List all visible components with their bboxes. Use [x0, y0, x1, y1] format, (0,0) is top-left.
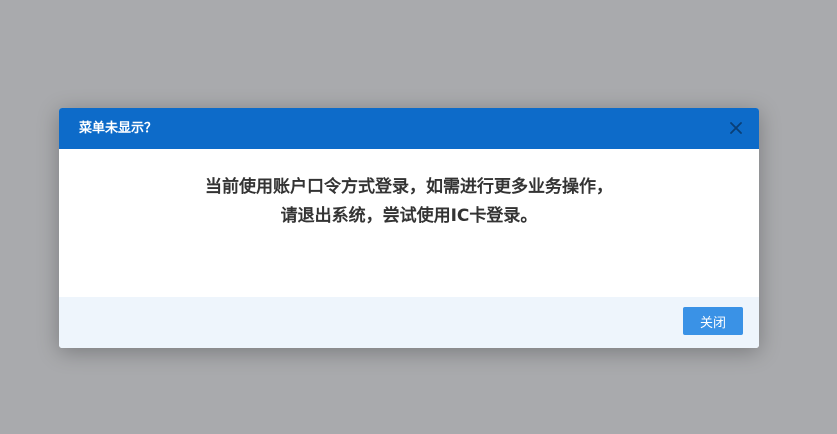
close-icon[interactable] — [729, 121, 743, 135]
dialog-title: 菜单未显示？ — [79, 121, 158, 136]
dialog-body: 当前使用账户口令方式登录，如需进行更多业务操作，请退出系统，尝试使用IC卡登录。 — [59, 149, 759, 297]
dialog-message: 当前使用账户口令方式登录，如需进行更多业务操作，请退出系统，尝试使用IC卡登录。 — [205, 177, 613, 226]
info-dialog: 菜单未显示？ 当前使用账户口令方式登录，如需进行更多业务操作，请退出系统，尝试使… — [59, 108, 759, 348]
dialog-header: 菜单未显示？ — [59, 108, 759, 149]
close-button[interactable]: 关闭 — [683, 307, 743, 335]
dialog-footer: 关闭 — [59, 297, 759, 348]
